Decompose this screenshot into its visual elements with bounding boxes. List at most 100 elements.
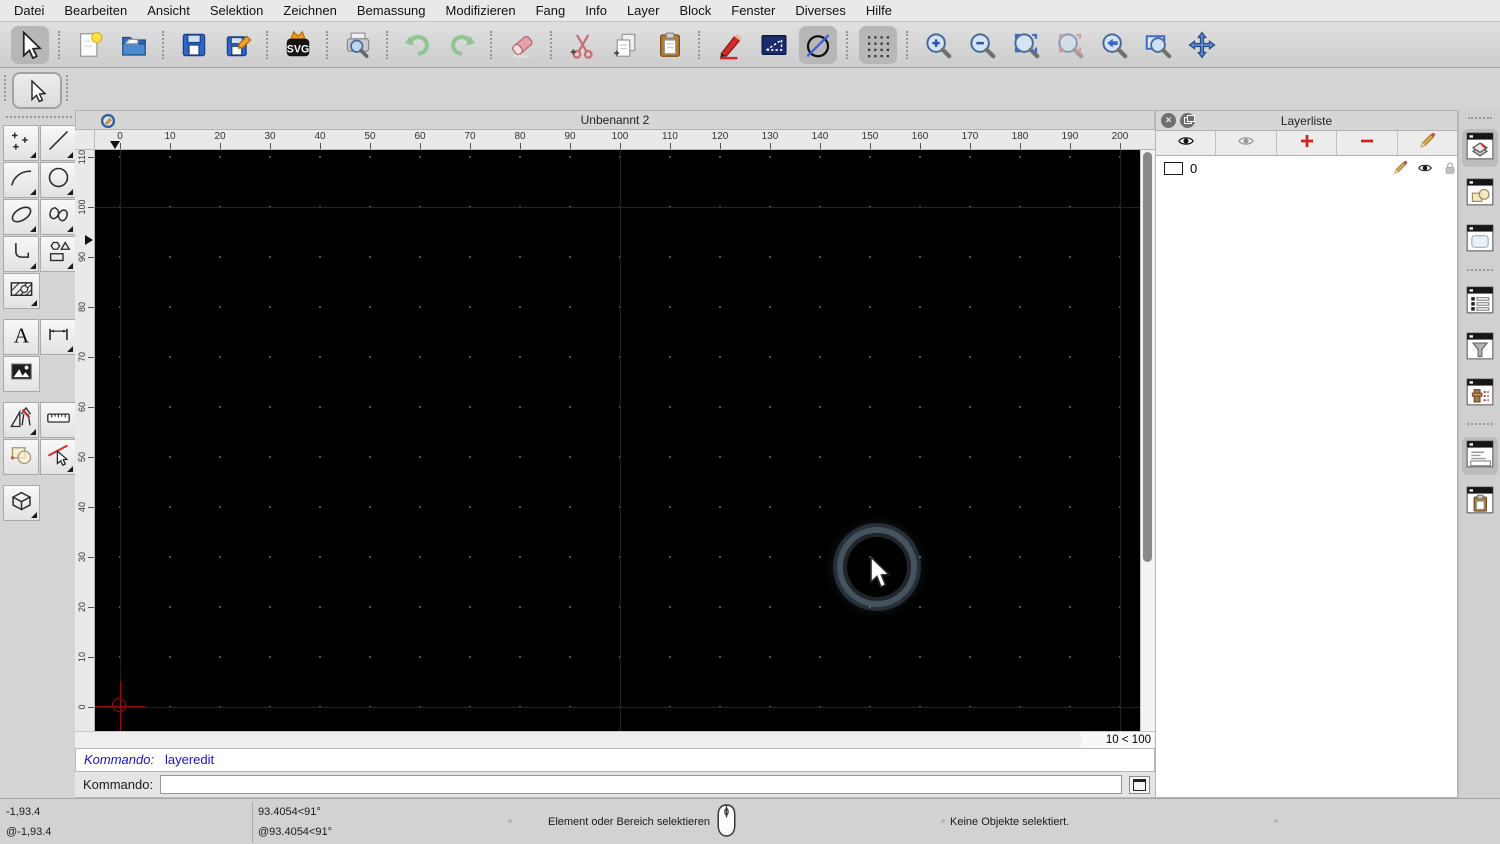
circle-tool[interactable] [40, 162, 76, 198]
v-scroll-thumb[interactable] [1143, 152, 1152, 562]
add-layer-button[interactable] [1277, 131, 1338, 155]
measure-tool[interactable] [40, 402, 76, 438]
command-panel-toggle-button[interactable] [1129, 775, 1150, 794]
cut-button[interactable] [563, 26, 601, 64]
copy-button[interactable] [607, 26, 645, 64]
eye-icon[interactable] [1408, 160, 1432, 176]
text-tool[interactable]: A [3, 319, 39, 355]
points-tool[interactable] [3, 125, 39, 161]
edit-layer-button[interactable] [1398, 131, 1457, 155]
undo-button[interactable] [399, 26, 437, 64]
dock-command-line[interactable] [1461, 437, 1498, 475]
arc-tool[interactable] [3, 162, 39, 198]
save-file-button[interactable] [175, 26, 213, 64]
vertical-scrollbar[interactable] [1140, 150, 1155, 731]
open-file-button[interactable] [115, 26, 153, 64]
h-ruler-tick [520, 143, 521, 149]
dimension-tool[interactable] [40, 319, 76, 355]
line-tool[interactable] [40, 125, 76, 161]
modify-selection-tool[interactable] [40, 439, 76, 475]
selection-tool-button[interactable] [12, 72, 62, 109]
absolute-coordinate: -1,93.4 [6, 806, 41, 818]
h-ruler-label: 50 [364, 131, 376, 142]
save-file-as-button[interactable] [219, 26, 257, 64]
dock-block-list[interactable] [1462, 175, 1498, 213]
zoom-auto-button[interactable] [1007, 26, 1045, 64]
menu-datei[interactable]: Datei [4, 3, 54, 18]
modify-tools[interactable] [3, 439, 39, 475]
menu-modifizieren[interactable]: Modifizieren [436, 3, 526, 18]
zoom-in-button[interactable] [919, 26, 957, 64]
show-all-layers-button[interactable] [1156, 131, 1217, 155]
menu-bearbeiten[interactable]: Bearbeiten [54, 3, 137, 18]
select-tool-button[interactable] [11, 25, 49, 64]
meta-grid-line [120, 150, 121, 731]
zoom-previous-button[interactable] [1095, 26, 1133, 64]
layer-panel-header[interactable]: ✕ Layerliste [1156, 111, 1457, 131]
v-ruler-label: 110 [77, 150, 87, 165]
command-input[interactable] [160, 775, 1122, 794]
dock-clipboard[interactable] [1462, 483, 1498, 521]
pan-button[interactable] [1183, 26, 1221, 64]
measure-angle-button[interactable] [755, 26, 793, 64]
zoomin-icon [923, 30, 953, 60]
drawing-canvas[interactable] [95, 150, 1140, 731]
toolbar-separator [550, 30, 554, 59]
h-ruler-tick [1120, 143, 1121, 149]
layer-row[interactable]: 0 [1156, 157, 1457, 179]
document-title-bar[interactable]: Unbenannt 2 [75, 110, 1155, 130]
menu-fang[interactable]: Fang [526, 3, 576, 18]
menu-hilfe[interactable]: Hilfe [856, 3, 902, 18]
menu-bemassung[interactable]: Bemassung [347, 3, 436, 18]
edit-drawing-button[interactable] [711, 26, 749, 64]
spline-tool[interactable] [40, 199, 76, 235]
dock-property-editor[interactable] [1462, 283, 1498, 321]
close-panel-button[interactable]: ✕ [1161, 113, 1176, 128]
dock-views[interactable] [1462, 221, 1498, 259]
horizontal-scrollbar[interactable]: 10 < 100 [75, 731, 1155, 748]
d_props-icon [1466, 286, 1494, 319]
menu-info[interactable]: Info [575, 3, 617, 18]
hide-all-layers-button[interactable] [1216, 131, 1277, 155]
menu-fenster[interactable]: Fenster [721, 3, 785, 18]
menu-ansicht[interactable]: Ansicht [137, 3, 200, 18]
paste-button[interactable] [651, 26, 689, 64]
viewport-tool[interactable] [3, 485, 40, 521]
image-tool[interactable] [3, 356, 40, 392]
shape-tools[interactable] [40, 236, 76, 272]
menu-block[interactable]: Block [669, 3, 721, 18]
print-preview-button[interactable] [339, 26, 377, 64]
grid-toggle-button[interactable] [859, 25, 897, 64]
eye-icon [1177, 132, 1195, 155]
lock-icon[interactable] [1433, 160, 1455, 176]
restrict-nothing-button[interactable] [799, 25, 837, 64]
remove-layer-button[interactable] [1337, 131, 1398, 155]
menu-diverses[interactable]: Diverses [785, 3, 856, 18]
layer-name: 0 [1190, 160, 1198, 176]
menu-selektion[interactable]: Selektion [200, 3, 273, 18]
new-file-button[interactable] [71, 26, 109, 64]
polyline-tool[interactable] [3, 236, 39, 272]
h-ruler-label: 170 [961, 131, 979, 142]
zoom-window-button[interactable] [1139, 26, 1177, 64]
svg-export-button[interactable]: SVG [279, 26, 317, 64]
dock-layer-list[interactable] [1461, 129, 1498, 167]
redo-button[interactable] [443, 26, 481, 64]
hatch-tool[interactable] [3, 273, 40, 309]
h-ruler-label: 180 [1011, 131, 1029, 142]
h-ruler-label: 100 [611, 131, 629, 142]
delete-button[interactable] [503, 26, 541, 64]
ellipse-tool[interactable] [3, 199, 39, 235]
app-icon [100, 113, 116, 129]
misc-draw-tools[interactable] [3, 402, 39, 438]
dock-selection-filter[interactable] [1462, 329, 1498, 367]
layer-panel: ✕ Layerliste 0 [1155, 110, 1458, 798]
pencil-icon[interactable] [1383, 160, 1408, 176]
window-title: Unbenannt 2 [580, 113, 650, 127]
zoom-selection-button[interactable] [1051, 26, 1089, 64]
menu-layer[interactable]: Layer [617, 3, 670, 18]
menu-zeichnen[interactable]: Zeichnen [273, 3, 346, 18]
zoom-out-button[interactable] [963, 26, 1001, 64]
float-panel-button[interactable] [1180, 113, 1195, 128]
dock-lighting[interactable] [1462, 375, 1498, 413]
